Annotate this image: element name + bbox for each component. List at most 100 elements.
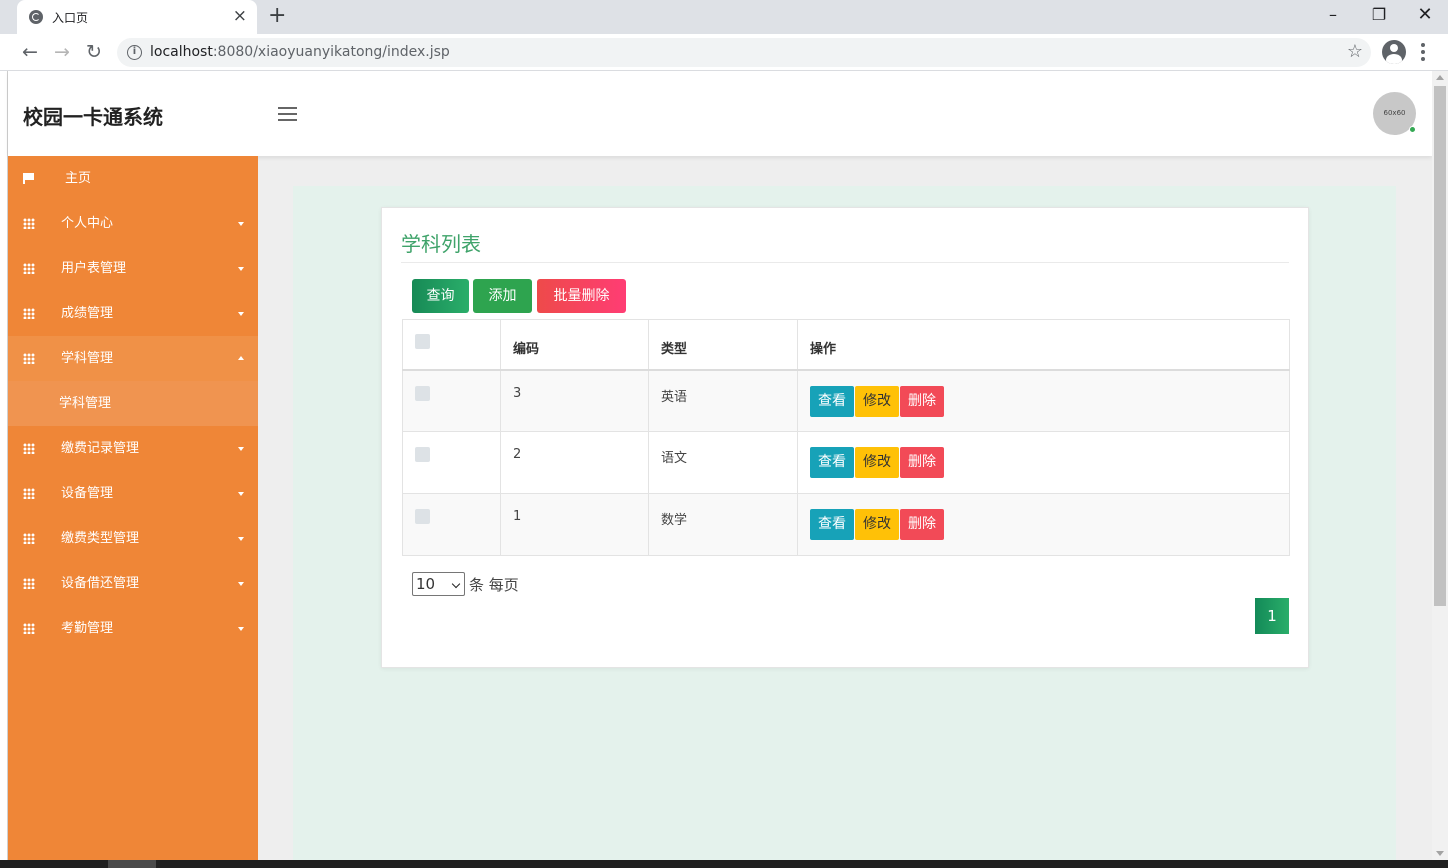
sidebar-item-payment-types[interactable]: 缴费类型管理 bbox=[8, 516, 258, 561]
sidebar-item-devices[interactable]: 设备管理 bbox=[8, 471, 258, 516]
avatar[interactable]: 60x60 bbox=[1373, 92, 1416, 135]
grid-icon bbox=[23, 488, 35, 499]
code-cell: 3 bbox=[500, 369, 649, 432]
browser-tab[interactable]: 入口页 × bbox=[17, 0, 257, 34]
app-header: 校园一卡通系统 60x60 bbox=[8, 71, 1432, 156]
window-minimize-button[interactable]: – bbox=[1310, 4, 1356, 26]
address-bar[interactable]: i localhost:8080/xiaoyuanyikatong/index.… bbox=[117, 38, 1371, 67]
browser-tabstrip: 入口页 × + – ❐ ✕ bbox=[0, 0, 1448, 34]
type-cell: 英语 bbox=[648, 369, 798, 432]
new-tab-button[interactable]: + bbox=[268, 3, 286, 29]
caret-down-icon bbox=[238, 537, 244, 541]
kebab-menu-icon[interactable] bbox=[1418, 40, 1428, 64]
grid-icon bbox=[23, 578, 35, 589]
sidebar-item-label: 学科管理 bbox=[61, 351, 114, 366]
view-button[interactable]: 查看 bbox=[810, 509, 854, 540]
hamburger-icon[interactable] bbox=[278, 107, 297, 121]
add-button[interactable]: 添加 bbox=[473, 279, 532, 313]
page-size-value: 10 bbox=[416, 575, 436, 593]
flag-icon bbox=[23, 173, 35, 184]
reload-icon[interactable]: ↻ bbox=[81, 39, 107, 65]
window-close-button[interactable]: ✕ bbox=[1402, 4, 1448, 26]
taskbar-active-app[interactable] bbox=[108, 860, 156, 868]
grid-icon bbox=[23, 623, 35, 634]
column-header-code[interactable]: 编码 bbox=[500, 319, 649, 370]
page-button-current[interactable]: 1 bbox=[1255, 598, 1289, 634]
caret-down-icon bbox=[238, 267, 244, 271]
select-all-checkbox[interactable] bbox=[415, 334, 430, 349]
delete-button[interactable]: 删除 bbox=[900, 509, 944, 540]
brand-title: 校园一卡通系统 bbox=[23, 105, 163, 129]
os-taskbar bbox=[0, 860, 1448, 868]
page-scrollbar[interactable] bbox=[1432, 71, 1448, 860]
actions-cell: 查看 修改 删除 bbox=[797, 431, 1290, 494]
sidebar-item-label: 缴费记录管理 bbox=[61, 441, 140, 456]
grid-icon bbox=[23, 308, 35, 319]
view-button[interactable]: 查看 bbox=[810, 447, 854, 478]
code-cell: 2 bbox=[500, 431, 649, 494]
online-status-dot bbox=[1409, 126, 1416, 133]
page-viewport: 校园一卡通系统 60x60 主页 个人中心 用户表管理 成绩管理 学科管理 学科… bbox=[0, 71, 1432, 860]
profile-icon[interactable] bbox=[1382, 40, 1406, 64]
sidebar-item-users[interactable]: 用户表管理 bbox=[8, 246, 258, 291]
type-cell: 数学 bbox=[648, 493, 798, 556]
url-text[interactable]: localhost:8080/xiaoyuanyikatong/index.js… bbox=[150, 44, 450, 60]
scrollbar-thumb[interactable] bbox=[1434, 86, 1446, 606]
sidebar-item-attendance[interactable]: 考勤管理 bbox=[8, 606, 258, 651]
chevron-down-icon bbox=[451, 579, 461, 589]
sidebar-item-subjects[interactable]: 学科管理 bbox=[8, 336, 258, 381]
url-host: localhost bbox=[150, 44, 213, 60]
sidebar-item-device-borrowing[interactable]: 设备借还管理 bbox=[8, 561, 258, 606]
scroll-up-arrow-icon[interactable] bbox=[1436, 75, 1444, 80]
row-select-cell bbox=[402, 431, 501, 494]
sidebar-item-payment-records[interactable]: 缴费记录管理 bbox=[8, 426, 258, 471]
delete-button[interactable]: 删除 bbox=[900, 447, 944, 478]
sidebar-item-label: 用户表管理 bbox=[61, 261, 127, 276]
delete-button[interactable]: 删除 bbox=[900, 385, 944, 417]
sidebar-item-profile[interactable]: 个人中心 bbox=[8, 201, 258, 246]
actions-cell: 查看 修改 删除 bbox=[797, 493, 1290, 556]
page-size-select[interactable]: 10 bbox=[412, 572, 465, 596]
row-checkbox[interactable] bbox=[415, 447, 430, 462]
scroll-down-arrow-icon[interactable] bbox=[1436, 851, 1444, 856]
grid-icon bbox=[23, 263, 35, 274]
caret-down-icon bbox=[238, 447, 244, 451]
edit-button[interactable]: 修改 bbox=[855, 447, 899, 478]
caret-down-icon bbox=[238, 582, 244, 586]
tab-close-icon[interactable]: × bbox=[233, 6, 247, 26]
select-all-header bbox=[402, 319, 501, 370]
info-icon[interactable]: i bbox=[127, 45, 142, 60]
back-icon[interactable]: ← bbox=[17, 39, 43, 65]
caret-down-icon bbox=[238, 312, 244, 316]
per-page-label: 条 每页 bbox=[469, 576, 519, 594]
row-checkbox[interactable] bbox=[415, 385, 430, 401]
view-button[interactable]: 查看 bbox=[810, 385, 854, 417]
row-checkbox[interactable] bbox=[415, 509, 430, 524]
caret-down-icon bbox=[238, 492, 244, 496]
window-restore-button[interactable]: ❐ bbox=[1356, 4, 1402, 26]
tab-title: 入口页 bbox=[52, 11, 89, 25]
caret-down-icon bbox=[238, 627, 244, 631]
batch-delete-button[interactable]: 批量删除 bbox=[537, 279, 626, 313]
avatar-text: 60x60 bbox=[1383, 109, 1406, 117]
bookmark-star-icon[interactable]: ☆ bbox=[1347, 41, 1363, 62]
table-row: 3 英语 查看 修改 删除 bbox=[402, 369, 1290, 432]
grid-icon bbox=[23, 218, 35, 229]
sidebar-item-grades[interactable]: 成绩管理 bbox=[8, 291, 258, 336]
sidebar-item-label: 考勤管理 bbox=[61, 621, 114, 636]
grid-icon bbox=[23, 353, 35, 364]
column-header-type[interactable]: 类型 bbox=[648, 319, 798, 370]
grid-icon bbox=[23, 533, 35, 544]
row-select-cell bbox=[402, 369, 501, 432]
query-button[interactable]: 查询 bbox=[412, 279, 469, 313]
caret-down-icon bbox=[238, 222, 244, 226]
table-header-row: 编码 类型 操作 bbox=[402, 319, 1290, 370]
forward-icon[interactable]: → bbox=[49, 39, 75, 65]
browser-toolbar: ← → ↻ i localhost:8080/xiaoyuanyikatong/… bbox=[0, 34, 1448, 71]
sidebar-item-home[interactable]: 主页 bbox=[8, 156, 258, 201]
edit-button[interactable]: 修改 bbox=[855, 385, 899, 417]
sidebar-subitem-subjects[interactable]: 学科管理 bbox=[8, 381, 258, 426]
subject-list-card: 学科列表 查询 添加 批量删除 编码 类型 操作 3 英语 查看修改 删除 2 … bbox=[381, 207, 1309, 668]
edit-button[interactable]: 修改 bbox=[855, 509, 899, 540]
actions-cell: 查看 修改 删除 bbox=[797, 369, 1290, 432]
